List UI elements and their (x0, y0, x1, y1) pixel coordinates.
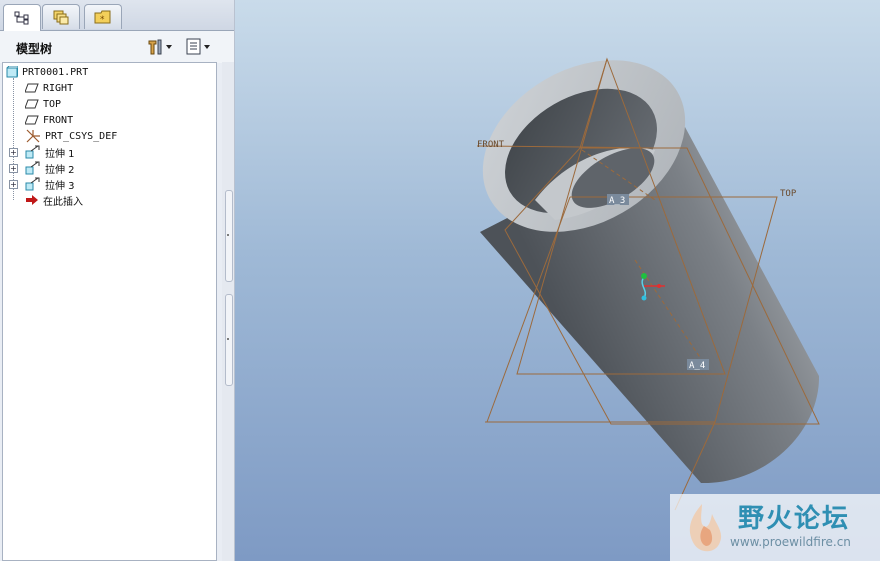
datum-plane-icon (25, 83, 39, 93)
tree-item-label: 拉伸 3 (45, 180, 75, 192)
model-tree-icon (14, 11, 29, 25)
expand-toggle[interactable]: + (9, 180, 18, 189)
tree-item-extrude-3[interactable]: 拉伸 3 (25, 176, 75, 192)
show-dropdown-button[interactable] (186, 37, 214, 57)
tree-item-extrude-2[interactable]: 拉伸 2 (25, 160, 75, 176)
panel-title: 模型树 (16, 42, 53, 56)
expand-toggle[interactable]: + (9, 148, 18, 157)
model-tree-panel: * 模型树 PRT0001.PRT RIGHT TOP FRONT PRT_CS… (0, 0, 235, 561)
coordinate-system-icon (26, 129, 40, 143)
tree-item-csys[interactable]: PRT_CSYS_DEF (25, 128, 117, 144)
tree-item-label: 拉伸 1 (45, 148, 75, 160)
tree-item-label: FRONT (43, 114, 74, 126)
part-icon (6, 66, 18, 78)
extrude-icon (25, 177, 40, 191)
chevron-down-icon (204, 45, 210, 49)
model-view: FRONT TOP A_3 A_4 (476, 57, 820, 511)
navigator-tabs: * (0, 0, 234, 31)
tab-layers[interactable] (42, 4, 80, 29)
watermark-title: 野火论坛 (738, 504, 851, 534)
extrude-icon (25, 161, 40, 175)
datum-plane-icon (25, 99, 39, 109)
list-view-icon (186, 38, 201, 55)
watermark: 野火论坛 www.proewildfire.cn (670, 494, 880, 561)
svg-text:*: * (100, 15, 105, 25)
datum-plane-icon (25, 115, 39, 125)
chevron-down-icon (166, 45, 172, 49)
tools-icon (148, 39, 162, 55)
panel-header: 模型树 (0, 30, 234, 63)
tab-model-tree[interactable] (3, 4, 41, 31)
tree-item-label: RIGHT (43, 82, 74, 94)
axis-a4-label[interactable]: A_4 (689, 361, 705, 371)
expand-toggle[interactable]: + (9, 164, 18, 173)
tab-favorites-folder[interactable]: * (84, 4, 122, 29)
splitter-grip[interactable] (225, 294, 233, 386)
graphics-viewport[interactable]: FRONT TOP A_3 A_4 (235, 0, 880, 561)
tree-item-right[interactable]: RIGHT (25, 80, 73, 96)
tree-item-front[interactable]: FRONT (25, 112, 73, 128)
insert-here-arrow-icon (26, 195, 38, 205)
splitter-grip[interactable] (225, 190, 233, 282)
tree-item-label: 拉伸 2 (45, 164, 75, 176)
model-tree: PRT0001.PRT RIGHT TOP FRONT PRT_CSYS_DEF… (2, 62, 217, 561)
flame-logo-icon (689, 504, 722, 552)
tree-item-insert-here[interactable]: 在此插入 (25, 192, 83, 208)
tree-item-extrude-1[interactable]: 拉伸 1 (25, 144, 75, 160)
tree-root-label: PRT0001.PRT (22, 66, 89, 78)
watermark-url: www.proewildfire.cn (730, 535, 851, 549)
top-plane-label[interactable]: TOP (780, 189, 797, 199)
tree-root[interactable]: PRT0001.PRT (6, 64, 88, 80)
tree-item-label: 在此插入 (43, 196, 83, 208)
extrude-icon (25, 145, 40, 159)
tree-item-label: TOP (43, 98, 62, 110)
panel-splitter[interactable] (222, 62, 234, 561)
layers-icon (53, 10, 69, 25)
front-plane-label[interactable]: FRONT (477, 140, 505, 150)
tree-item-label: PRT_CSYS_DEF (45, 130, 118, 142)
favorites-folder-icon: * (94, 10, 111, 25)
axis-a3-label[interactable]: A_3 (609, 196, 625, 206)
tree-item-top[interactable]: TOP (25, 96, 61, 112)
settings-dropdown-button[interactable] (146, 37, 174, 57)
